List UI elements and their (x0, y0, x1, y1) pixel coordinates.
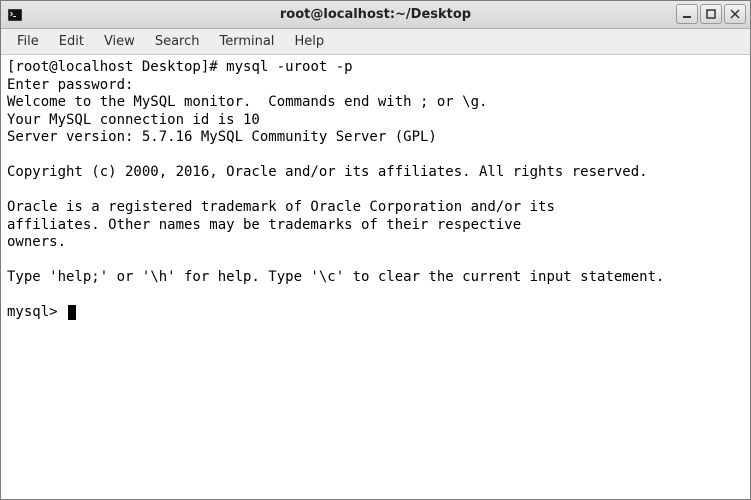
menu-file[interactable]: File (7, 31, 49, 52)
output-line: Welcome to the MySQL monitor. Commands e… (7, 94, 487, 110)
terminal-output[interactable]: [root@localhost Desktop]# mysql -uroot -… (1, 55, 750, 499)
titlebar: root@localhost:~/Desktop (1, 1, 750, 29)
output-line: Server version: 5.7.16 MySQL Community S… (7, 129, 437, 145)
menu-search[interactable]: Search (145, 31, 210, 52)
cursor (68, 305, 76, 320)
command-input: mysql -uroot -p (226, 59, 352, 75)
terminal-icon (7, 7, 23, 23)
output-line: Oracle is a registered trademark of Orac… (7, 199, 555, 215)
menu-edit[interactable]: Edit (49, 31, 94, 52)
menubar: File Edit View Search Terminal Help (1, 29, 750, 55)
output-line: affiliates. Other names may be trademark… (7, 217, 521, 233)
output-line: Enter password: (7, 77, 142, 93)
maximize-button[interactable] (700, 4, 722, 24)
output-line: owners. (7, 234, 66, 250)
window-controls (676, 4, 746, 24)
menu-terminal[interactable]: Terminal (209, 31, 284, 52)
output-line: Copyright (c) 2000, 2016, Oracle and/or … (7, 164, 648, 180)
menu-view[interactable]: View (94, 31, 145, 52)
mysql-prompt: mysql> (7, 304, 66, 320)
close-button[interactable] (724, 4, 746, 24)
window-title: root@localhost:~/Desktop (1, 7, 750, 22)
output-line: Your MySQL connection id is 10 (7, 112, 260, 128)
output-line: Type 'help;' or '\h' for help. Type '\c'… (7, 269, 664, 285)
menu-help[interactable]: Help (284, 31, 334, 52)
minimize-button[interactable] (676, 4, 698, 24)
shell-prompt: [root@localhost Desktop]# (7, 59, 226, 75)
